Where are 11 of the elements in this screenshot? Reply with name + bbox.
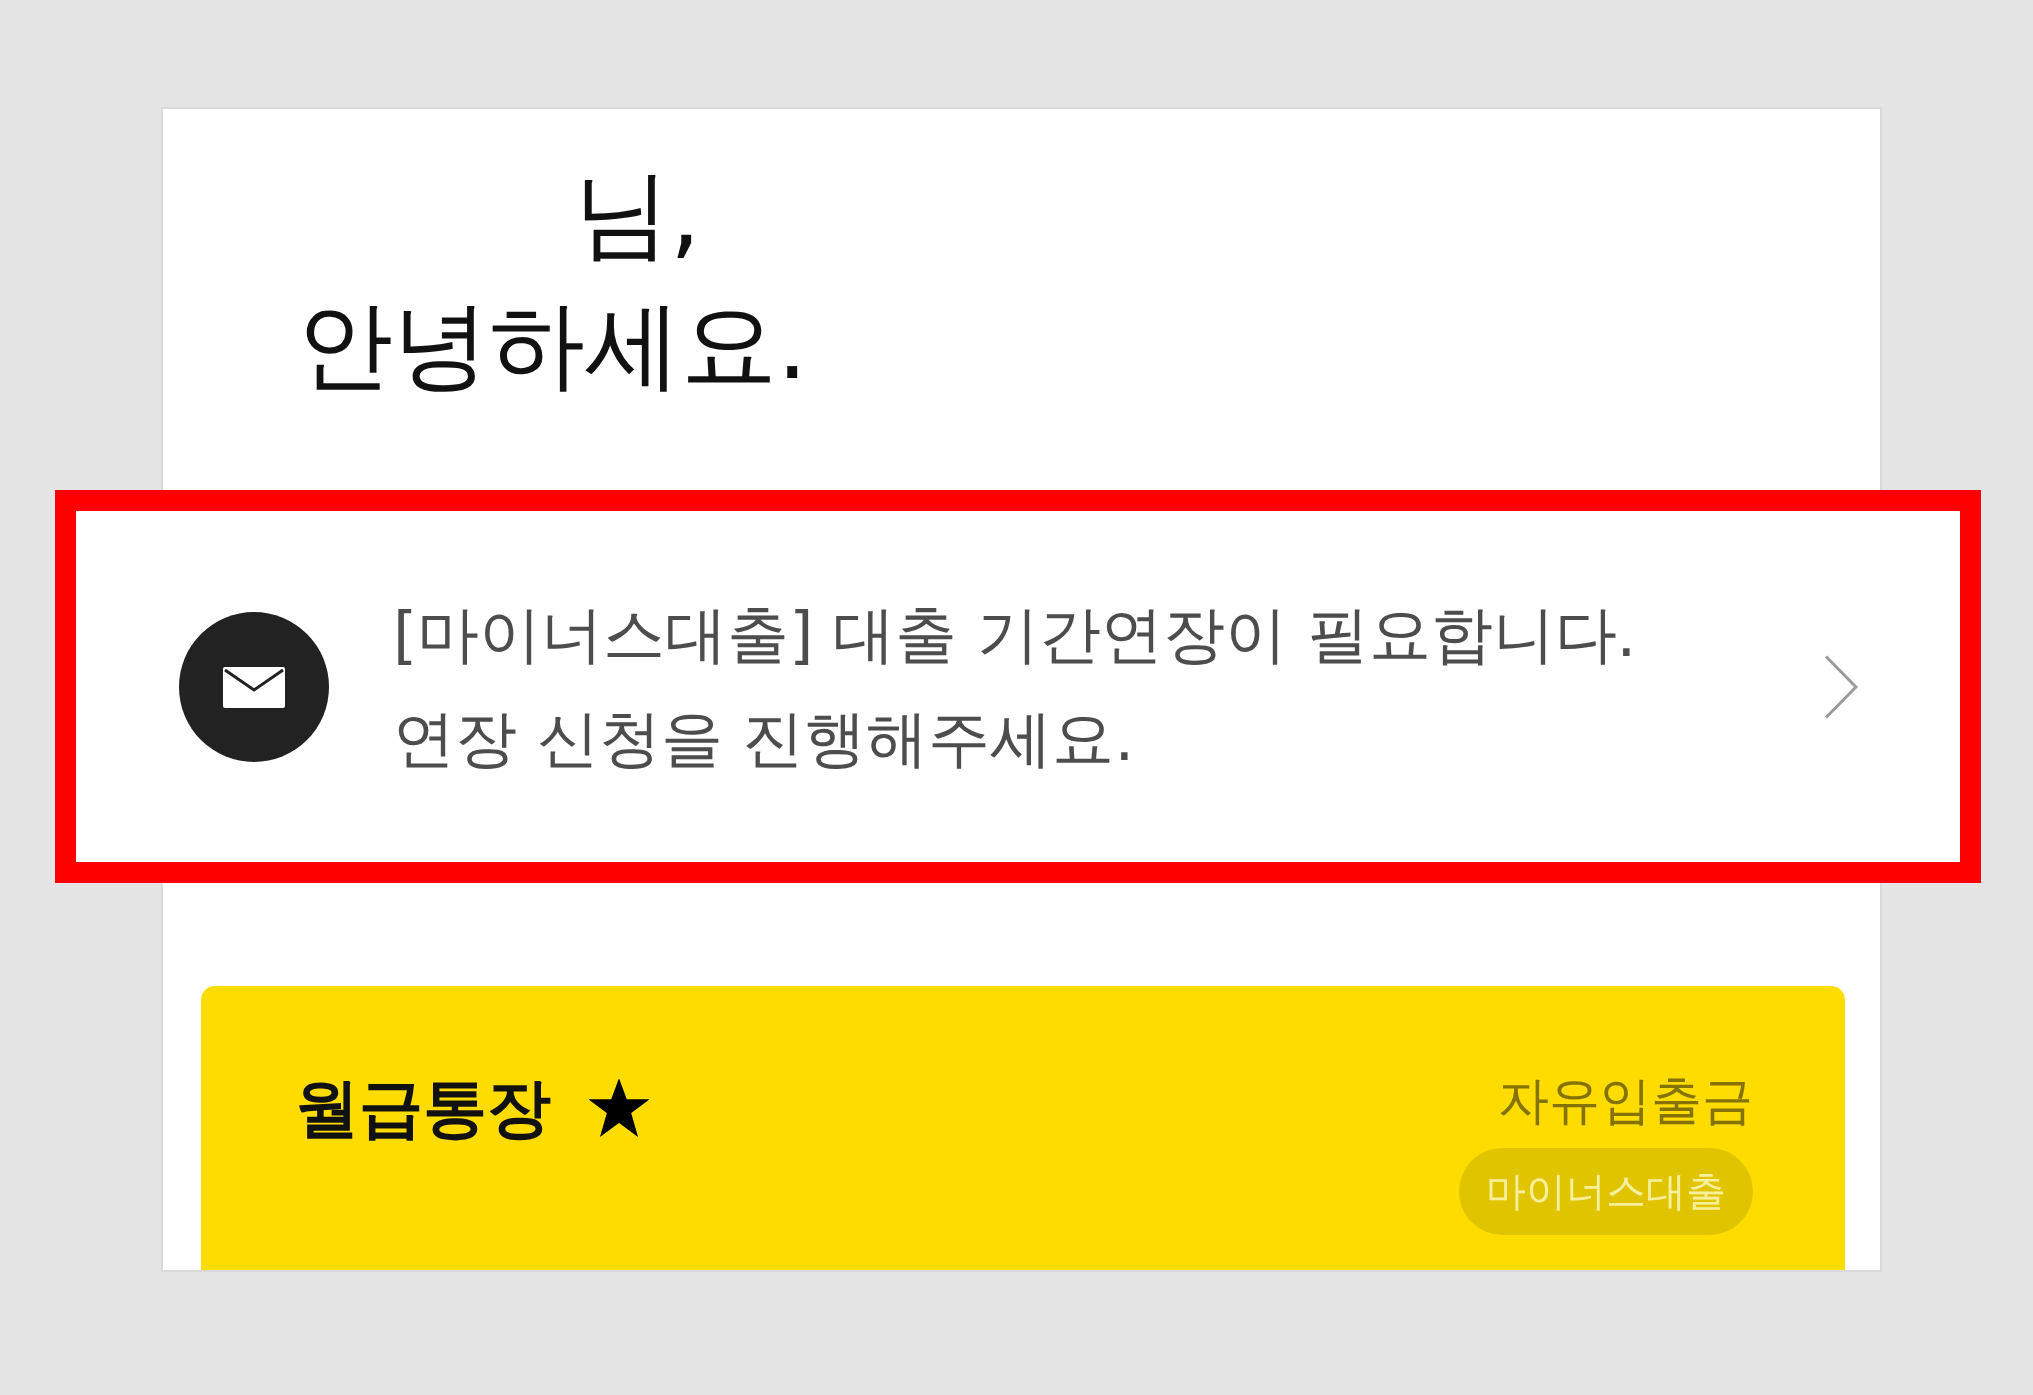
- mail-icon: [179, 611, 329, 762]
- notice-message: [마이너스대출] 대출 기간연장이 필요합니다. 연장 신청을 진행해주세요.: [393, 596, 1638, 777]
- greeting-name-line: 님,: [574, 158, 701, 270]
- greeting-text: 안녕하세요.: [297, 289, 808, 401]
- account-card[interactable]: 월급통장 자유입출금 마이너스대출: [201, 986, 1845, 1270]
- star-icon[interactable]: [589, 1079, 649, 1137]
- chevron-right-icon: [1824, 654, 1858, 719]
- notice-banner[interactable]: [마이너스대출] 대출 기간연장이 필요합니다. 연장 신청을 진행해주세요.: [55, 490, 1981, 883]
- account-type: 자유입출금: [1498, 1070, 1753, 1132]
- account-name: 월급통장: [295, 1070, 551, 1147]
- product-badge: 마이너스대출: [1459, 1148, 1753, 1235]
